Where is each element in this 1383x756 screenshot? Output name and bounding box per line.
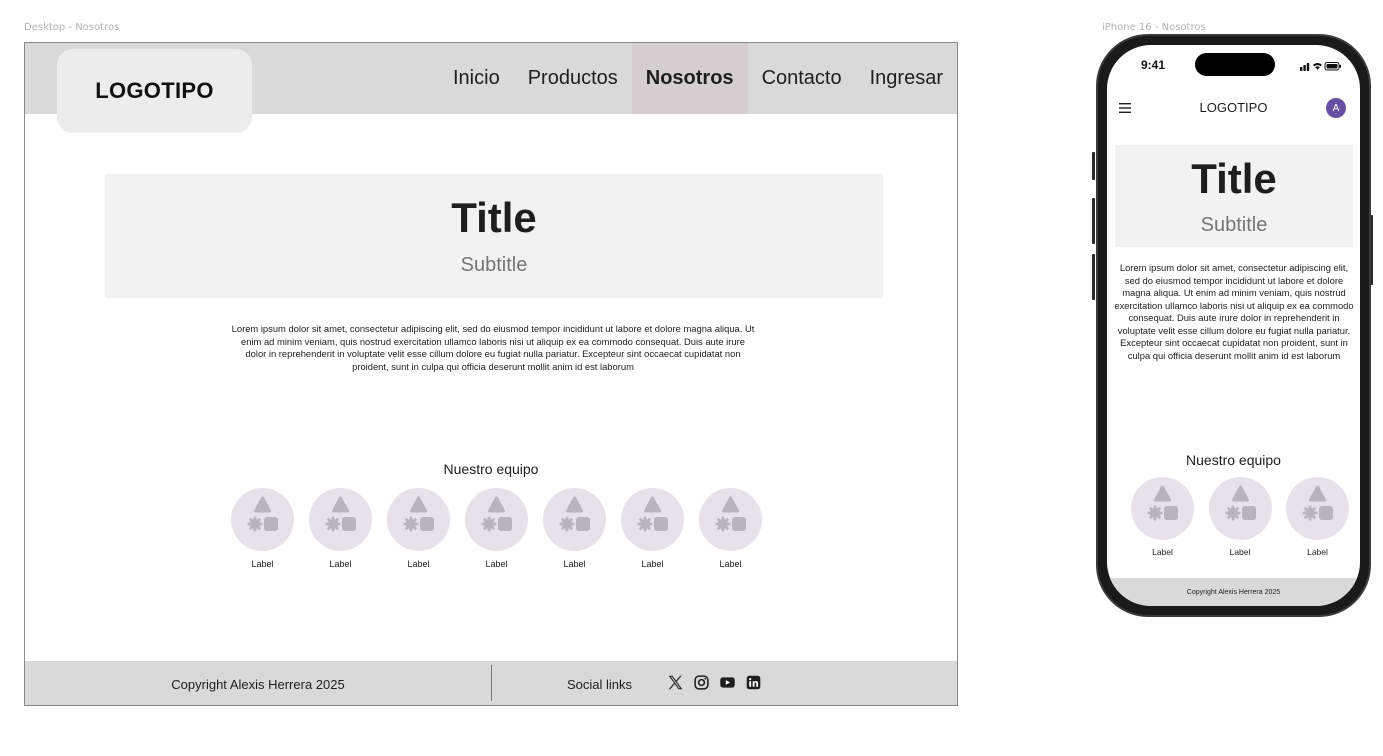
nav-item-nosotros[interactable]: Nosotros bbox=[631, 43, 748, 114]
desktop-frame-label: Desktop - Nosotros bbox=[24, 22, 120, 33]
phone-hero-title: Title bbox=[1191, 155, 1277, 202]
team-member[interactable]: Label bbox=[309, 488, 372, 569]
phone-frame-label: iPhone 16 - Nosotros bbox=[1102, 22, 1206, 33]
desktop-logo[interactable]: LOGOTIPO bbox=[57, 49, 252, 133]
footer-copyright: Copyright Alexis Herrera 2025 bbox=[171, 676, 345, 692]
status-time: 9:41 bbox=[1141, 58, 1166, 72]
phone-volume-down bbox=[1092, 254, 1095, 300]
status-icons bbox=[1300, 62, 1341, 71]
avatar-placeholder-icon bbox=[1131, 477, 1194, 540]
team-member-label: Label bbox=[1307, 547, 1328, 557]
youtube-icon[interactable] bbox=[719, 674, 736, 691]
team-member-label: Label bbox=[251, 559, 274, 569]
team-member-label: Label bbox=[1229, 547, 1251, 557]
social-icons bbox=[667, 674, 762, 691]
phone-logo[interactable]: LOGOTIPO bbox=[1107, 100, 1360, 115]
social-links-label: Social links bbox=[567, 676, 633, 692]
avatar-placeholder-icon bbox=[543, 488, 606, 551]
phone-hero-subtitle: Subtitle bbox=[1200, 214, 1268, 236]
team-title: Nuestro equipo bbox=[443, 461, 539, 477]
avatar-placeholder-icon bbox=[1286, 477, 1349, 540]
phone-screen: 9:41 LOGOTIPO A Title Subtitle Lorem ips… bbox=[1107, 45, 1360, 606]
avatar-placeholder-icon bbox=[1208, 477, 1272, 540]
nav-item-inicio[interactable]: Inicio bbox=[439, 43, 514, 114]
hero-title: Title bbox=[451, 194, 537, 241]
team-member[interactable]: Label bbox=[1131, 477, 1194, 557]
team-member[interactable]: Label bbox=[465, 488, 528, 569]
nav-item-contacto[interactable]: Contacto bbox=[748, 43, 856, 114]
user-avatar[interactable]: A bbox=[1326, 98, 1346, 118]
team-member[interactable]: Label bbox=[1208, 477, 1272, 557]
team-member-label: Label bbox=[563, 559, 586, 569]
desktop-frame: Inicio Productos Nosotros Contacto Ingre… bbox=[24, 42, 958, 706]
team-member-label: Label bbox=[485, 559, 508, 569]
team-member-label: Label bbox=[329, 559, 352, 569]
phone-hero: Title Subtitle bbox=[1115, 145, 1353, 247]
hero-subtitle: Subtitle bbox=[460, 254, 528, 276]
avatar-placeholder-icon bbox=[309, 488, 372, 551]
phone-frame: 9:41 LOGOTIPO A Title Subtitle Lorem ips… bbox=[1096, 34, 1371, 617]
team-member[interactable]: Label bbox=[387, 488, 450, 569]
nav-item-ingresar[interactable]: Ingresar bbox=[856, 43, 957, 114]
dynamic-island bbox=[1195, 53, 1275, 76]
desktop-hero: Title Subtitle bbox=[105, 174, 883, 298]
team-member[interactable]: Label bbox=[543, 488, 606, 569]
team-member[interactable]: Label bbox=[231, 488, 294, 569]
footer-divider bbox=[491, 665, 492, 701]
phone-volume-up bbox=[1092, 198, 1095, 244]
phone-team-title: Nuestro equipo bbox=[1186, 452, 1281, 468]
phone-body-text: Lorem ipsum dolor sit amet, consectetur … bbox=[1114, 262, 1354, 361]
avatar-placeholder-icon bbox=[231, 488, 294, 551]
team-member-label: Label bbox=[407, 559, 430, 569]
phone-action-button bbox=[1092, 152, 1095, 180]
phone-team-grid: Label Label Label bbox=[1131, 477, 1349, 557]
phone-app-bar: LOGOTIPO A bbox=[1107, 89, 1360, 129]
avatar-placeholder-icon bbox=[387, 488, 450, 551]
avatar-placeholder-icon bbox=[465, 488, 528, 551]
nav-item-productos[interactable]: Productos bbox=[514, 43, 632, 114]
instagram-icon[interactable] bbox=[693, 674, 710, 691]
avatar-placeholder-icon bbox=[621, 488, 684, 551]
design-canvas: Desktop - Nosotros iPhone 16 - Nosotros … bbox=[0, 0, 1383, 756]
desktop-nav: Inicio Productos Nosotros Contacto Ingre… bbox=[439, 43, 957, 114]
team-member[interactable]: Label bbox=[621, 488, 684, 569]
avatar-placeholder-icon bbox=[699, 488, 762, 551]
desktop-body-text: Lorem ipsum dolor sit amet, consectetur … bbox=[231, 323, 755, 372]
status-bar: 9:41 bbox=[1107, 45, 1360, 89]
team-member[interactable]: Label bbox=[699, 488, 762, 569]
desktop-footer: Copyright Alexis Herrera 2025 Social lin… bbox=[25, 661, 957, 705]
phone-footer: Copyright Alexis Herrera 2025 bbox=[1107, 578, 1360, 606]
x-icon[interactable] bbox=[667, 674, 684, 691]
team-member-label: Label bbox=[641, 559, 664, 569]
linkedin-icon[interactable] bbox=[745, 674, 762, 691]
team-member[interactable]: Label bbox=[1286, 477, 1349, 557]
team-member-label: Label bbox=[1152, 547, 1173, 557]
team-grid: Label Label Label Label Label Label Label bbox=[231, 488, 762, 569]
team-member-label: Label bbox=[719, 559, 742, 569]
